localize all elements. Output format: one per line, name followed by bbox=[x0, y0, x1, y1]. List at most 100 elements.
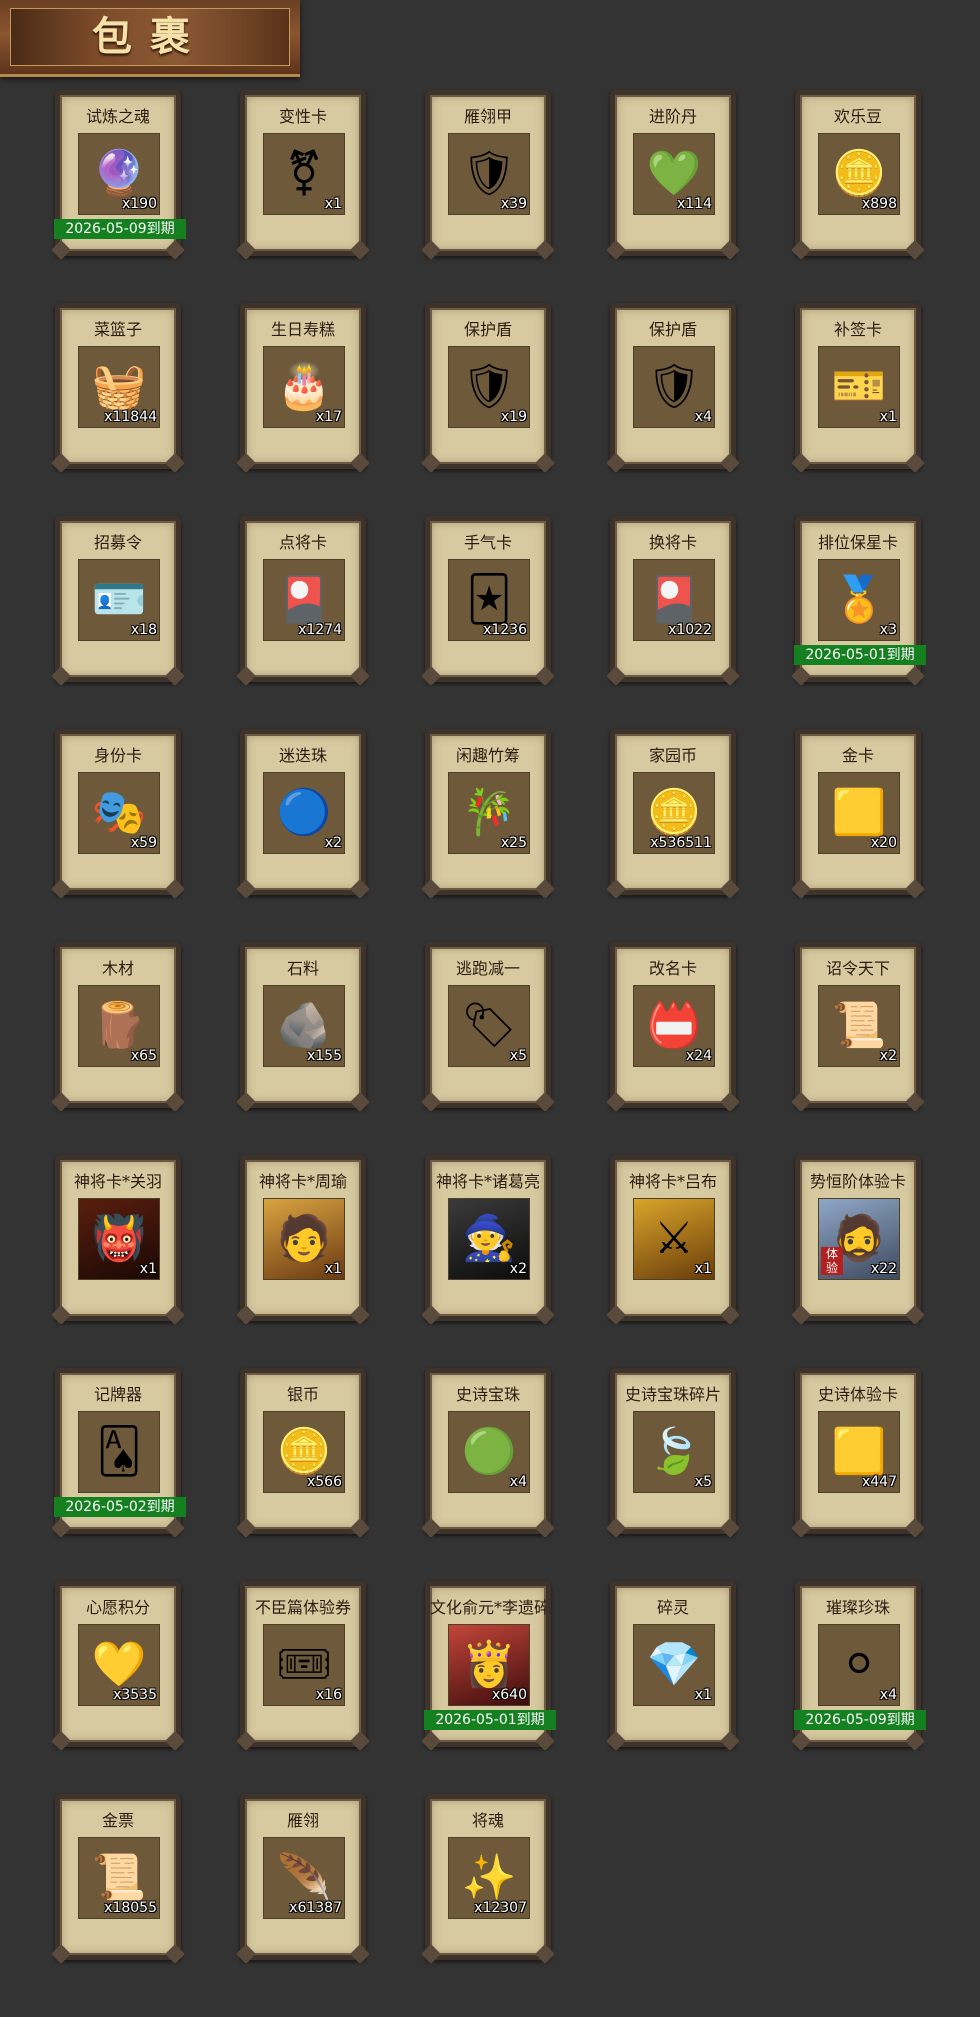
item-icon-frame: 🪶 x61387 bbox=[263, 1837, 345, 1919]
jade-tag-icon: 🏷 bbox=[461, 1000, 517, 1051]
item-card[interactable]: 补签卡 🎫 x1 bbox=[795, 303, 921, 469]
item-name: 史诗体验卡 bbox=[817, 1385, 898, 1404]
item-card[interactable]: 金卡 🟨 x20 bbox=[795, 729, 921, 895]
item-card[interactable]: 点将卡 🎴 x1274 bbox=[240, 516, 366, 682]
item-name: 势恒阶体验卡 bbox=[809, 1172, 906, 1191]
item-card[interactable]: 神将卡*诸葛亮 🧙 x2 bbox=[425, 1155, 551, 1321]
item-card[interactable]: 迷迭珠 🔵 x2 bbox=[240, 729, 366, 895]
item-card[interactable]: 史诗宝珠碎片 🍃 x5 bbox=[610, 1368, 736, 1534]
item-card[interactable]: 石料 🪨 x155 bbox=[240, 942, 366, 1108]
item-card[interactable]: 欢乐豆 🪙 x898 bbox=[795, 90, 921, 256]
rename-card-icon: 📛 bbox=[646, 1000, 702, 1051]
item-card[interactable]: 银币 🪙 x566 bbox=[240, 1368, 366, 1534]
item-card[interactable]: 诏令天下 📜 x2 bbox=[795, 942, 921, 1108]
item-icon-frame: 💚 x114 bbox=[633, 133, 715, 215]
item-icon-frame: 🎴 x1022 bbox=[633, 559, 715, 641]
item-card[interactable]: 生日寿糕 🎂 x17 bbox=[240, 303, 366, 469]
item-icon-frame: 🟢 x4 bbox=[448, 1411, 530, 1493]
item-card[interactable]: 保护盾 🛡 x4 bbox=[610, 303, 736, 469]
item-card[interactable]: 雁翎甲 🛡 x39 bbox=[425, 90, 551, 256]
item-card[interactable]: 招募令 🪪 x18 bbox=[55, 516, 181, 682]
item-card[interactable]: 逃跑减一 🏷 x5 bbox=[425, 942, 551, 1108]
recruit-token-icon: 🪪 bbox=[91, 574, 147, 625]
item-name: 逃跑减一 bbox=[455, 959, 520, 978]
item-card[interactable]: 将魂 ✨ x12307 bbox=[425, 1794, 551, 1960]
item-icon-frame: 🎟 x16 bbox=[263, 1624, 345, 1706]
item-card[interactable]: 碎灵 💎 x1 bbox=[610, 1581, 736, 1747]
gender-card-icon: ⚧ bbox=[285, 148, 323, 199]
item-count: x17 bbox=[315, 409, 342, 425]
item-count: x22 bbox=[870, 1261, 897, 1277]
item-card[interactable]: 文化俞元*李遗碎片 👸x640 2026-05-01到期 bbox=[424, 1581, 556, 1747]
item-count: x61387 bbox=[289, 1900, 342, 1916]
item-card[interactable]: 进阶丹 💚 x114 bbox=[610, 90, 736, 256]
item-count: x59 bbox=[130, 835, 157, 851]
item-card[interactable]: 雁翎 🪶 x61387 bbox=[240, 1794, 366, 1960]
zhouyu-portrait-icon: 🧑 bbox=[276, 1213, 332, 1264]
ticket-icon: 🎟 bbox=[276, 1639, 332, 1690]
item-card[interactable]: 家园币 🪙 x536511 bbox=[610, 729, 736, 895]
item-card[interactable]: 记牌器 🂡 2026-05-02到期 bbox=[54, 1368, 186, 1534]
item-icon-frame: 🪙 x898 bbox=[818, 133, 900, 215]
item-name: 闲趣竹筹 bbox=[455, 746, 520, 765]
item-card[interactable]: 木材 🪵 x65 bbox=[55, 942, 181, 1108]
playing-cards-icon: 🂡 bbox=[96, 1426, 142, 1477]
item-card[interactable]: 试炼之魂 🔮 x190 2026-05-09到期 bbox=[54, 90, 186, 256]
item-card[interactable]: 身份卡 🎭 x59 bbox=[55, 729, 181, 895]
item-icon-frame: 💎 x1 bbox=[633, 1624, 715, 1706]
item-card[interactable]: 金票 📜 x18055 bbox=[55, 1794, 181, 1960]
item-card[interactable]: 变性卡 ⚧ x1 bbox=[240, 90, 366, 256]
item-count: x4 bbox=[694, 409, 712, 425]
item-icon-frame: 🍃 x5 bbox=[633, 1411, 715, 1493]
item-icon-frame: 🂡 bbox=[78, 1411, 160, 1493]
blue-orb-icon: 🔵 bbox=[276, 787, 332, 838]
item-card[interactable]: 菜篮子 🧺 x11844 bbox=[55, 303, 181, 469]
item-count: x3 bbox=[879, 622, 897, 638]
item-card[interactable]: 史诗宝珠 🟢 x4 bbox=[425, 1368, 551, 1534]
item-card[interactable]: 手气卡 🃏 x1236 bbox=[425, 516, 551, 682]
item-count: x11844 bbox=[104, 409, 157, 425]
item-card[interactable]: 璀璨珍珠 ⚪ x4 2026-05-09到期 bbox=[794, 1581, 926, 1747]
item-card[interactable]: 改名卡 📛 x24 bbox=[610, 942, 736, 1108]
item-icon-frame: 🪙 x536511 bbox=[633, 772, 715, 854]
item-name: 菜篮子 bbox=[93, 320, 142, 339]
item-count: x18055 bbox=[104, 1900, 157, 1916]
header-plaque: 包裹 bbox=[10, 8, 290, 66]
crystal-icon: 💎 bbox=[646, 1639, 702, 1690]
item-card[interactable]: 换将卡 🎴 x1022 bbox=[610, 516, 736, 682]
item-card[interactable]: 势恒阶体验卡 🧔 体验 x22 bbox=[795, 1155, 921, 1321]
general-card-icon: 🎴 bbox=[276, 574, 332, 625]
item-name: 保护盾 bbox=[648, 320, 697, 339]
item-count: x65 bbox=[130, 1048, 157, 1064]
item-name: 文化俞元*李遗碎片 bbox=[430, 1598, 546, 1617]
item-card[interactable]: 神将卡*吕布 ⚔ x1 bbox=[610, 1155, 736, 1321]
item-icon-frame: 🪨 x155 bbox=[263, 985, 345, 1067]
item-name: 石料 bbox=[286, 959, 319, 978]
item-card[interactable]: 不臣篇体验券 🎟 x16 bbox=[240, 1581, 366, 1747]
edict-scroll-icon: 📜 bbox=[831, 1000, 887, 1051]
item-name: 招募令 bbox=[93, 533, 142, 552]
item-name: 换将卡 bbox=[648, 533, 697, 552]
heart-coin-icon: 💛 bbox=[91, 1639, 147, 1690]
item-card[interactable]: 排位保星卡 🏅 x3 2026-05-01到期 bbox=[794, 516, 926, 682]
item-name: 银币 bbox=[286, 1385, 319, 1404]
item-name: 将魂 bbox=[471, 1811, 504, 1830]
item-card[interactable]: 神将卡*关羽 👹 x1 bbox=[55, 1155, 181, 1321]
item-count: x19 bbox=[500, 409, 527, 425]
item-icon-frame: 🧙 x2 bbox=[448, 1198, 530, 1280]
item-count: x640 bbox=[491, 1687, 527, 1703]
item-icon-frame: ⚪ x4 bbox=[818, 1624, 900, 1706]
item-card[interactable]: 闲趣竹筹 🎋 x25 bbox=[425, 729, 551, 895]
armor-icon: 🛡 bbox=[461, 148, 517, 199]
item-icon-frame: 🟨 x447 bbox=[818, 1411, 900, 1493]
item-count: x1 bbox=[139, 1261, 157, 1277]
item-card[interactable]: 心愿积分 💛 x3535 bbox=[55, 1581, 181, 1747]
item-icon-frame: 🧔 体验 x22 bbox=[818, 1198, 900, 1280]
item-name: 手气卡 bbox=[463, 533, 512, 552]
item-card[interactable]: 神将卡*周瑜 🧑 x1 bbox=[240, 1155, 366, 1321]
zhugeliang-portrait-icon: 🧙 bbox=[461, 1213, 517, 1264]
item-name: 金票 bbox=[101, 1811, 134, 1830]
item-count: x1 bbox=[879, 409, 897, 425]
item-card[interactable]: 保护盾 🛡 x19 bbox=[425, 303, 551, 469]
item-card[interactable]: 史诗体验卡 🟨 x447 bbox=[795, 1368, 921, 1534]
